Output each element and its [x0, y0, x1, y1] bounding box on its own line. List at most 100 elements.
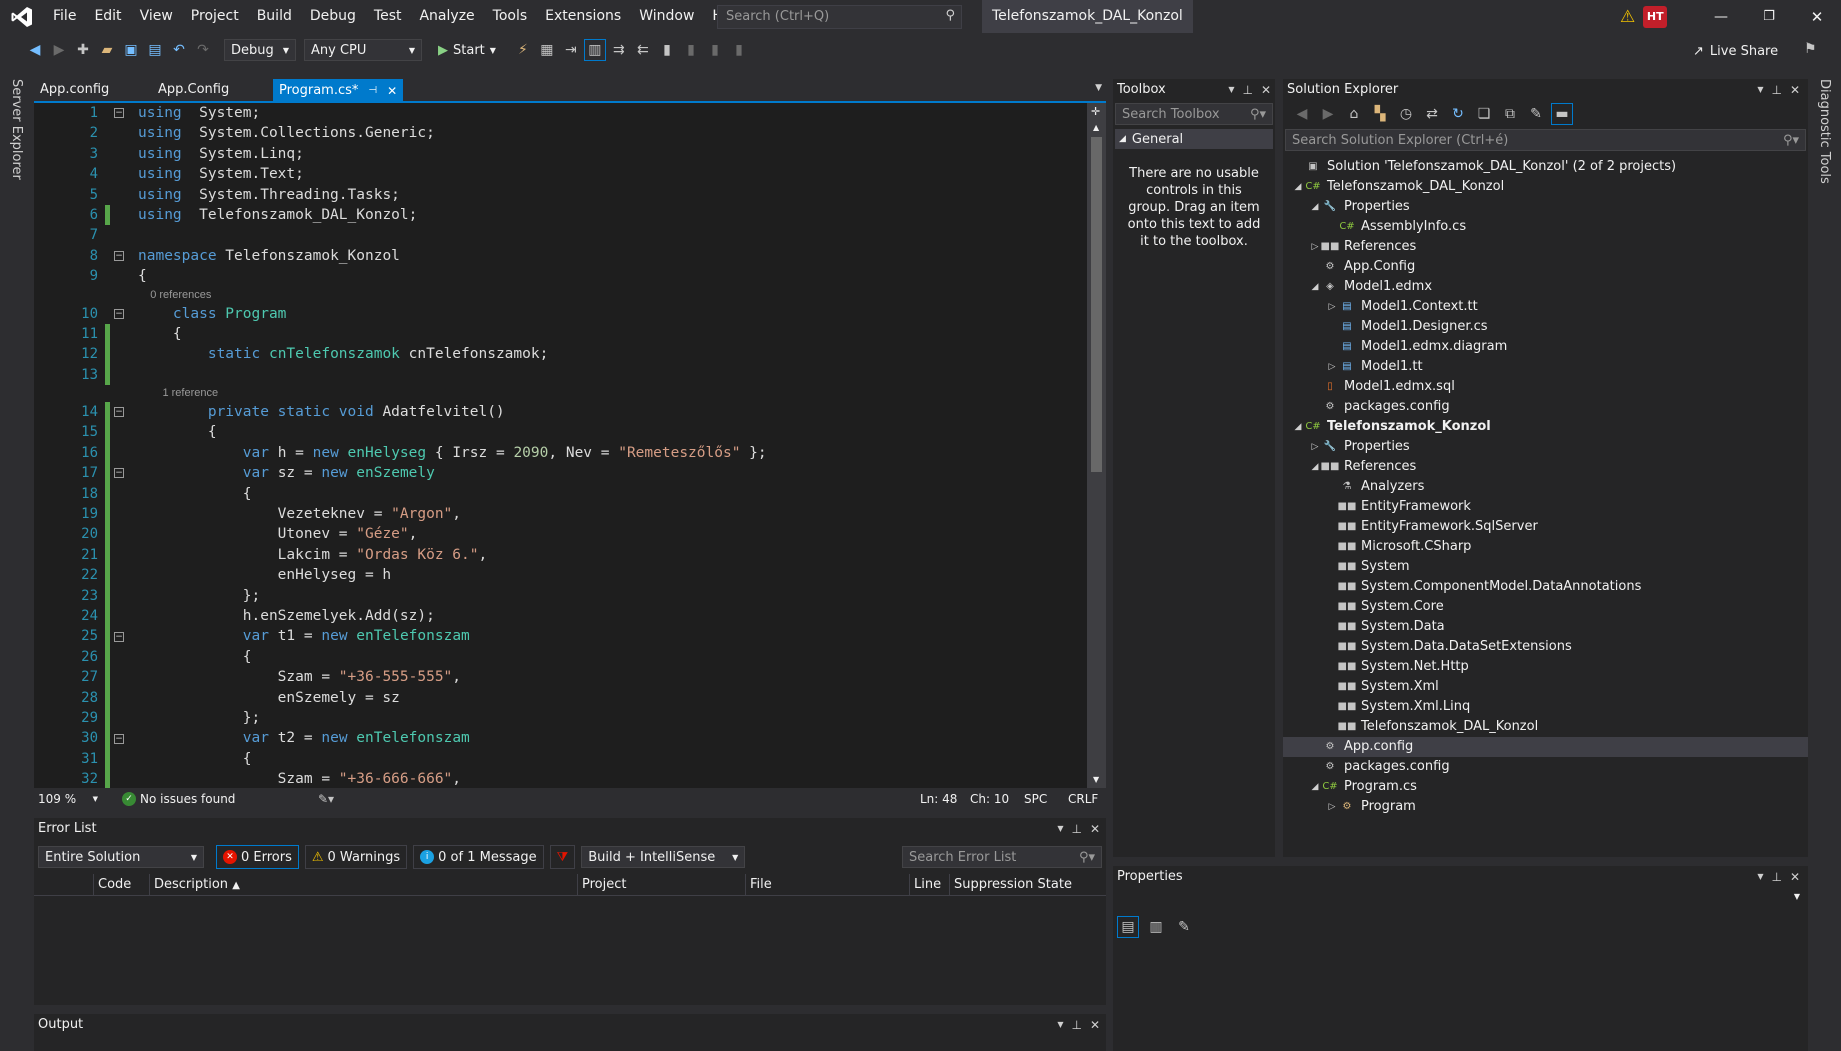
error-search-input[interactable]: Search Error List ⚲▾ [902, 846, 1102, 868]
expanded-icon[interactable]: ◢ [1291, 417, 1305, 437]
solution-tree-item[interactable]: ▤ Model1.edmx.diagram [1283, 337, 1808, 357]
collapsed-icon[interactable]: ▷ [1308, 437, 1322, 457]
open-file-icon[interactable]: ▰ [96, 39, 118, 61]
code-text[interactable]: using System; using System.Collections.Ge… [138, 103, 1078, 788]
home-icon[interactable]: ⌂ [1343, 103, 1365, 125]
indent-icon[interactable]: ⇉ [608, 39, 630, 61]
panel-menu-icon[interactable]: ▼ [1057, 818, 1063, 840]
alphabetical-icon[interactable]: ▥ [1145, 916, 1167, 938]
issues-indicator[interactable]: ✓ No issues found [122, 792, 292, 806]
solution-search-input[interactable]: Search Solution Explorer (Ctrl+é) ⚲▾ [1285, 129, 1806, 151]
scope-select[interactable]: Entire Solution ▼ [38, 846, 204, 868]
solution-tree-item[interactable]: ▯ Model1.edmx.sql [1283, 377, 1808, 397]
errors-filter-button[interactable]: ✕ 0 Errors [216, 845, 299, 869]
solution-tree-item[interactable]: ▤ Model1.Designer.cs [1283, 317, 1808, 337]
pin-icon[interactable]: ⊣ [368, 80, 377, 102]
diagnostic-tools-tab[interactable]: Diagnostic Tools [1817, 79, 1832, 184]
panel-menu-icon[interactable]: ▼ [1757, 79, 1763, 101]
crlf-indicator[interactable]: CRLF [1068, 792, 1098, 806]
redo-icon[interactable]: ↷ [192, 39, 214, 61]
collapsed-icon[interactable]: ▷ [1325, 297, 1339, 317]
pending-changes-icon[interactable]: ◷ [1395, 103, 1417, 125]
solution-tree-item[interactable]: ⚙ App.config [1283, 737, 1808, 757]
solution-tree-item[interactable]: ■■ System.Xml.Linq [1283, 697, 1808, 717]
solution-tree-item[interactable]: ◢ ■■ References [1283, 457, 1808, 477]
menu-extensions[interactable]: Extensions [536, 0, 630, 33]
back-icon[interactable]: ◀ [1291, 103, 1313, 125]
collapse-icon[interactable]: − [114, 733, 124, 744]
object-select[interactable]: ▼ [1117, 888, 1804, 910]
solution-tree-item[interactable]: ▷ ⚙ Program [1283, 797, 1808, 817]
spc-indicator[interactable]: SPC [1024, 792, 1047, 806]
panel-menu-icon[interactable]: ▼ [1228, 79, 1234, 101]
warnings-filter-button[interactable]: ⚠ 0 Warnings [304, 845, 408, 869]
switch-views-icon[interactable]: ▚ [1369, 103, 1391, 125]
solution-tree-item[interactable]: ⚙ packages.config [1283, 757, 1808, 777]
solution-tree-item[interactable]: ⚙ App.Config [1283, 257, 1808, 277]
collapse-all-icon[interactable]: ❏ [1473, 103, 1495, 125]
messages-filter-button[interactable]: i0 of 1 Message [413, 845, 544, 869]
step-icon[interactable]: ⇥ [560, 39, 582, 61]
browser-link-icon[interactable]: ⚡ [512, 39, 534, 61]
menu-view[interactable]: View [131, 0, 182, 33]
vertical-scrollbar[interactable]: ✛ ▲ ▼ [1087, 103, 1106, 788]
refresh-icon[interactable]: ↻ [1447, 103, 1469, 125]
pin-icon[interactable]: ⊥ [1071, 818, 1081, 840]
quick-search-input[interactable]: Search (Ctrl+Q) ⚲ [717, 5, 962, 29]
property-pages-icon[interactable]: ✎ [1173, 916, 1195, 938]
bookmark-icon[interactable]: ▮ [656, 39, 678, 61]
forward-icon[interactable]: ▶ [48, 39, 70, 61]
col-suppression[interactable]: Suppression State [950, 874, 1090, 896]
close-icon[interactable]: ✕ [1790, 866, 1800, 888]
toggle-view-icon[interactable]: ▥ [583, 39, 606, 61]
col-file[interactable]: File [746, 873, 910, 896]
codelens-references[interactable]: 1 reference [138, 385, 1078, 402]
tab-overflow-icon[interactable]: ▼ [1095, 83, 1102, 93]
pin-icon[interactable]: ⊥ [1071, 1014, 1081, 1036]
col-project[interactable]: Project [578, 873, 746, 896]
save-all-icon[interactable]: ▤ [144, 39, 166, 61]
solution-tree-item[interactable]: ■■ System [1283, 557, 1808, 577]
menu-edit[interactable]: Edit [85, 0, 130, 33]
code-editor[interactable]: 1 2 3 4 5 6 7 8 9 10 11 12 13 14 15 16 17 18 19 20 21 22 23 24 2… [34, 103, 1106, 788]
outdent-icon[interactable]: ⇇ [632, 39, 654, 61]
sync-icon[interactable]: ⇄ [1421, 103, 1443, 125]
pin-icon[interactable]: ⊥ [1771, 79, 1781, 101]
start-button[interactable]: ▶ Start ▼ [434, 39, 500, 61]
user-avatar[interactable]: HT [1643, 5, 1668, 28]
close-icon[interactable]: ✕ [1090, 1014, 1100, 1036]
close-window-icon[interactable]: ✕ [1793, 8, 1841, 26]
collapse-icon[interactable]: − [114, 407, 124, 418]
solution-config-select[interactable]: Debug ▼ [224, 39, 296, 61]
col-line[interactable]: Line [910, 873, 950, 896]
split-icon[interactable]: ✛ [1091, 105, 1100, 118]
collapse-icon[interactable]: − [114, 468, 124, 479]
solution-tree-item[interactable]: ▷ ▤ Model1.Context.tt [1283, 297, 1808, 317]
panel-menu-icon[interactable]: ▼ [1757, 866, 1763, 888]
menu-file[interactable]: File [44, 0, 85, 33]
clear-filter-button[interactable]: ⧩ [549, 845, 576, 869]
solution-tree-item[interactable]: ⚗ Analyzers [1283, 477, 1808, 497]
menu-project[interactable]: Project [182, 0, 248, 33]
panel-menu-icon[interactable]: ▼ [1057, 1014, 1063, 1036]
close-icon[interactable]: ✕ [1261, 79, 1271, 101]
scroll-up-icon[interactable]: ▲ [1093, 123, 1099, 132]
scroll-down-icon[interactable]: ▼ [1093, 775, 1099, 784]
tab-program-cs[interactable]: Program.cs* ⊣ ✕ [273, 79, 404, 102]
solution-tree-item[interactable]: ◢ C# Telefonszamok_DAL_Konzol [1283, 177, 1808, 197]
properties-icon[interactable]: ✎ [1525, 103, 1547, 125]
solution-tree-item[interactable]: ■■ System.Data.DataSetExtensions [1283, 637, 1808, 657]
solution-tree-item[interactable]: C# AssemblyInfo.cs [1283, 217, 1808, 237]
pin-icon[interactable]: ⊥ [1242, 79, 1252, 101]
solution-tree-item[interactable]: ◢ 🔧 Properties [1283, 197, 1808, 217]
collapsed-icon[interactable]: ▷ [1325, 357, 1339, 377]
expanded-icon[interactable]: ◢ [1291, 177, 1305, 197]
solution-tree-item[interactable]: ▷ 🔧 Properties [1283, 437, 1808, 457]
categorized-icon[interactable]: ▤ [1117, 916, 1139, 938]
vs-logo-icon[interactable] [0, 0, 44, 33]
solution-tree-item[interactable]: ■■ System.Data [1283, 617, 1808, 637]
minimize-icon[interactable]: — [1697, 9, 1745, 25]
scrollbar-thumb[interactable] [1091, 137, 1102, 472]
toolbox-search-input[interactable]: Search Toolbox ⚲▾ [1115, 103, 1273, 125]
diagnostics-icon[interactable]: ▦ [536, 39, 558, 61]
